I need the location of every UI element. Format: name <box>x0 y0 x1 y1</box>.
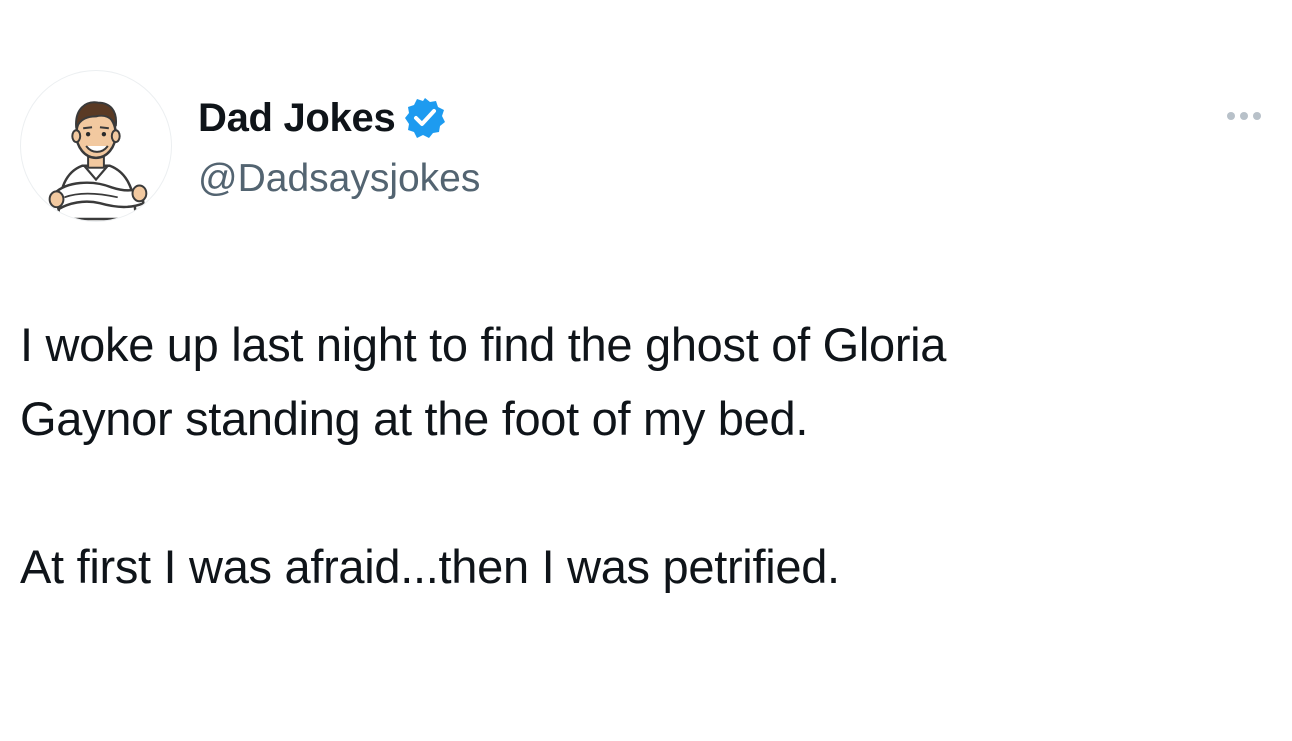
tweet-card: Dad Jokes @Dadsaysjokes I woke up last n… <box>0 0 1292 741</box>
tweet-text-line: Gaynor standing at the foot of my bed. <box>20 392 809 445</box>
more-dot-icon <box>1240 112 1248 120</box>
more-options-button[interactable] <box>1218 104 1270 128</box>
author-name-row: Dad Jokes <box>198 92 447 144</box>
author-handle[interactable]: @Dadsaysjokes <box>198 153 480 205</box>
more-dot-icon <box>1253 112 1261 120</box>
author-avatar[interactable] <box>20 70 172 222</box>
cartoon-man-avatar-icon <box>48 101 148 221</box>
tweet-text: I woke up last night to find the ghost o… <box>20 308 1270 604</box>
author-display-name[interactable]: Dad Jokes <box>198 92 396 144</box>
verified-badge-icon[interactable] <box>403 96 447 140</box>
tweet-text-line: I woke up last night to find the ghost o… <box>20 318 947 371</box>
tweet-text-line: At first I was afraid...then I was petri… <box>20 540 840 593</box>
more-dot-icon <box>1227 112 1235 120</box>
